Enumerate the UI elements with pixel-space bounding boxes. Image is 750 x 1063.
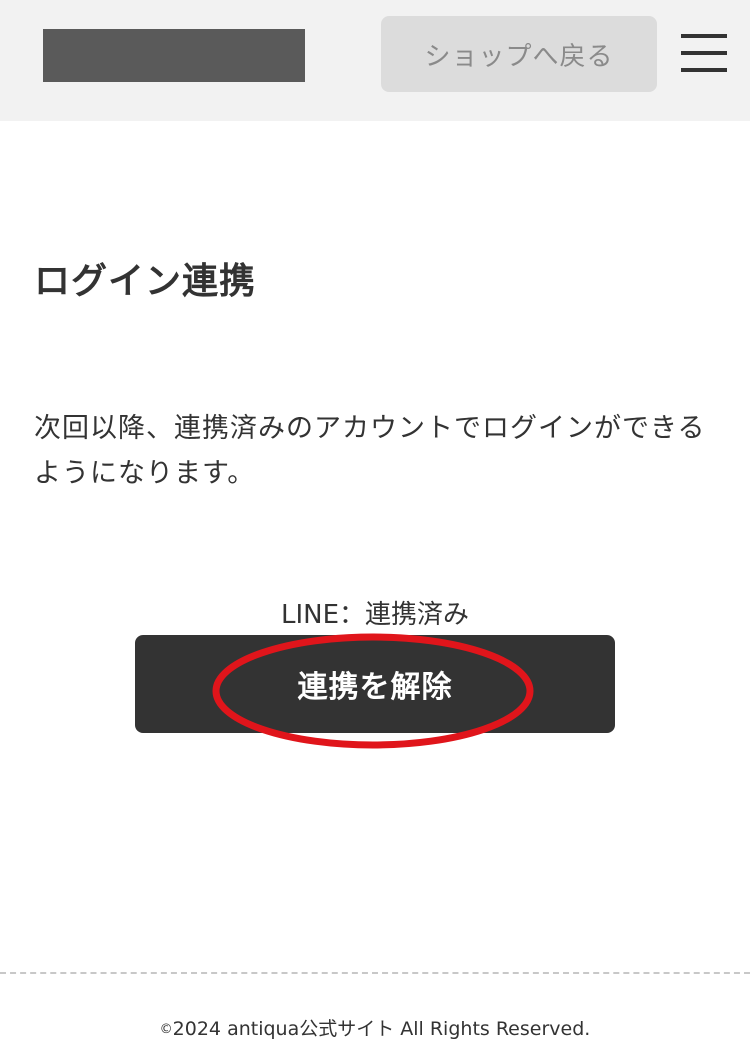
- link-status: LINE：連携済み: [0, 594, 750, 631]
- footer-divider: [0, 972, 750, 974]
- description-text: 次回以降、連携済みのアカウントでログインができるようになります。: [34, 413, 706, 489]
- status-separator: ：: [339, 600, 366, 630]
- status-provider: LINE: [280, 600, 339, 630]
- page-title: ログイン連携: [34, 261, 257, 302]
- back-to-shop-button[interactable]: ショップへ戻る: [381, 16, 657, 92]
- copyright-mark: ©: [159, 1022, 173, 1037]
- hamburger-menu-icon[interactable]: [681, 34, 727, 74]
- page: ショップへ戻る ログイン連携 次回以降、連携済みのアカウントでログインができるよ…: [0, 0, 750, 1063]
- status-value: 連携済み: [365, 600, 470, 630]
- copyright: ©2024 antiqua公式サイト All Rights Reserved.: [0, 1014, 750, 1041]
- header: ショップへ戻る: [0, 0, 750, 121]
- copyright-text: 2024 antiqua公式サイト All Rights Reserved.: [172, 1018, 591, 1040]
- unlink-button[interactable]: 連携を解除: [135, 635, 615, 733]
- site-logo[interactable]: [43, 29, 305, 82]
